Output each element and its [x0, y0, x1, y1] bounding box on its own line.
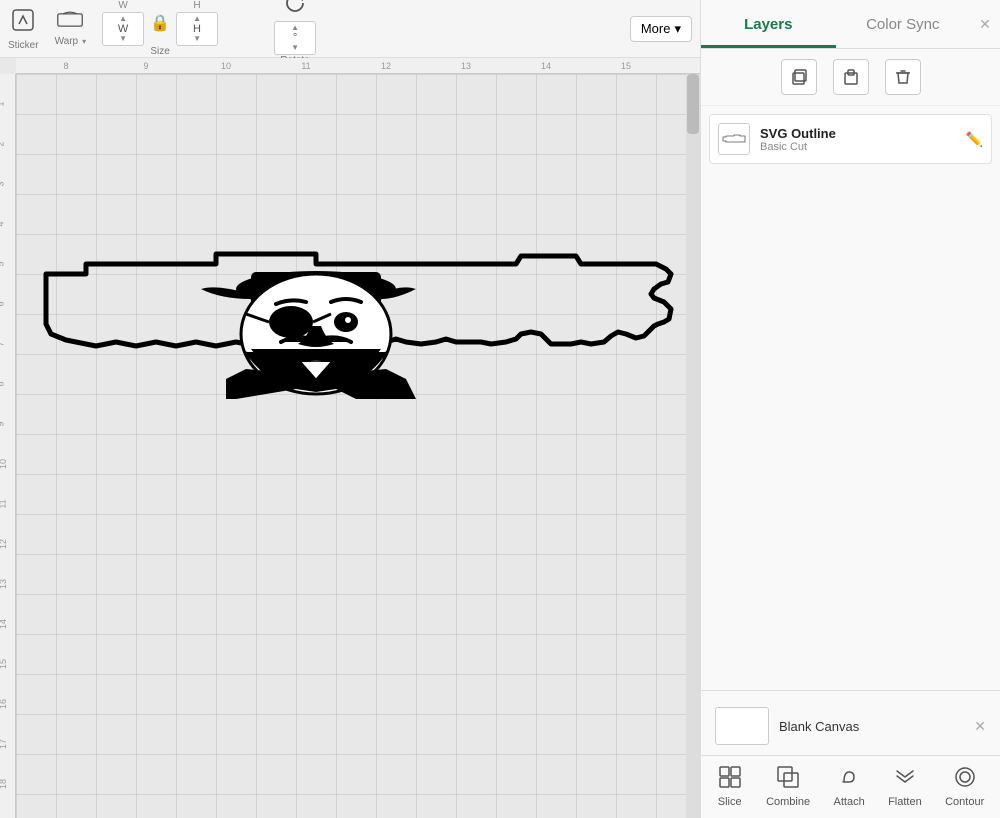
height-up-arrow[interactable]: ▲: [193, 15, 201, 23]
delete-button[interactable]: [885, 59, 921, 95]
paste-button[interactable]: [833, 59, 869, 95]
more-button[interactable]: More ▾: [630, 16, 692, 42]
layer-item-svg-outline[interactable]: SVG Outline Basic Cut ✏️: [709, 114, 992, 164]
design-element[interactable]: [36, 214, 686, 414]
width-stepper[interactable]: ▲ W ▼: [102, 12, 144, 46]
sticker-icon: [9, 6, 37, 40]
warp-tool[interactable]: Warp ▾: [55, 10, 87, 47]
flatten-icon: [892, 764, 918, 793]
flatten-label: Flatten: [888, 796, 922, 808]
width-up-arrow[interactable]: ▲: [119, 15, 127, 23]
slice-label: Slice: [718, 796, 742, 808]
layers-list: SVG Outline Basic Cut ✏️: [701, 106, 1000, 690]
rotate-tool[interactable]: ▲ ° ▼ Rotate: [274, 0, 316, 66]
contour-icon: [952, 764, 978, 793]
ruler-mark-11: 11: [301, 61, 310, 71]
combine-button[interactable]: Combine: [766, 764, 810, 808]
height-stepper[interactable]: ▲ H ▼: [176, 12, 218, 46]
panel-action-icons: [701, 49, 1000, 106]
panel-close-icon[interactable]: ✕: [979, 16, 991, 33]
layer-info: SVG Outline Basic Cut: [760, 126, 956, 153]
height-down-arrow[interactable]: ▼: [193, 35, 201, 43]
canvas-area: 8 9 10 11 12 13 14 15 1 2 3 4 5 6 7 8 9 …: [0, 58, 700, 818]
slice-button[interactable]: Slice: [717, 764, 743, 808]
layer-thumbnail: [718, 123, 750, 155]
blank-canvas-label: Blank Canvas: [779, 719, 859, 734]
flatten-button[interactable]: Flatten: [888, 764, 922, 808]
vertical-scrollbar[interactable]: [686, 74, 700, 818]
combine-icon: [775, 764, 801, 793]
tab-bar: Layers Color Sync ✕: [701, 0, 1000, 49]
attach-icon: [836, 764, 862, 793]
layer-name: SVG Outline: [760, 126, 956, 141]
width-down-arrow[interactable]: ▼: [119, 35, 127, 43]
more-label: More: [641, 21, 671, 36]
attach-button[interactable]: Attach: [834, 764, 865, 808]
top-toolbar: Sticker Warp ▾ W ▲ W ▼ 🔒 H: [0, 0, 700, 58]
contour-button[interactable]: Contour: [945, 764, 984, 808]
ruler-top: 8 9 10 11 12 13 14 15: [16, 58, 700, 74]
tab-layers[interactable]: Layers: [701, 0, 836, 48]
warp-icon: [56, 10, 84, 36]
right-panel: Layers Color Sync ✕ SVG Outline Basic Cu…: [700, 0, 1000, 818]
ruler-mark-15: 15: [621, 61, 631, 71]
ruler-mark-13: 13: [461, 61, 471, 71]
more-arrow: ▾: [674, 21, 681, 37]
ruler-mark-14: 14: [541, 61, 551, 71]
ruler-mark-8: 8: [63, 61, 68, 71]
scrollbar-thumb[interactable]: [687, 74, 699, 134]
combine-label: Combine: [766, 796, 810, 808]
tab-color-sync[interactable]: Color Sync: [836, 0, 971, 48]
sticker-label: Sticker: [8, 40, 39, 51]
contour-label: Contour: [945, 796, 984, 808]
layer-edit-icon: ✏️: [966, 131, 983, 148]
lock-icon[interactable]: 🔒: [150, 13, 170, 33]
blank-canvas-area: Blank Canvas ✕: [701, 690, 1000, 755]
layer-type: Basic Cut: [760, 141, 956, 153]
bottom-toolbar: Slice Combine Attach Flatten Contour: [701, 755, 1000, 818]
blank-canvas-thumbnail: [715, 707, 769, 745]
design-svg: [36, 214, 686, 414]
duplicate-button[interactable]: [781, 59, 817, 95]
ruler-left: 1 2 3 4 5 6 7 8 9 10 11 12 13 14 15 16 1…: [0, 74, 16, 818]
warp-dropdown-arrow[interactable]: ▾: [82, 38, 86, 46]
grid-canvas[interactable]: [16, 74, 700, 818]
slice-icon: [717, 764, 743, 793]
rotate-icon: [283, 0, 307, 21]
ruler-mark-9: 9: [143, 61, 148, 71]
size-label: Size: [150, 46, 169, 57]
ruler-mark-10: 10: [221, 61, 231, 71]
sticker-tool[interactable]: Sticker: [8, 6, 39, 51]
blank-canvas-item[interactable]: Blank Canvas ✕: [709, 701, 992, 751]
blank-canvas-close-icon[interactable]: ✕: [974, 718, 986, 735]
size-group: W ▲ W ▼ 🔒 H ▲ H ▼ Size: [102, 0, 218, 57]
warp-label: Warp: [55, 36, 79, 47]
attach-label: Attach: [834, 796, 865, 808]
ruler-mark-12: 12: [381, 61, 391, 71]
rotate-stepper[interactable]: ▲ ° ▼: [274, 21, 316, 55]
